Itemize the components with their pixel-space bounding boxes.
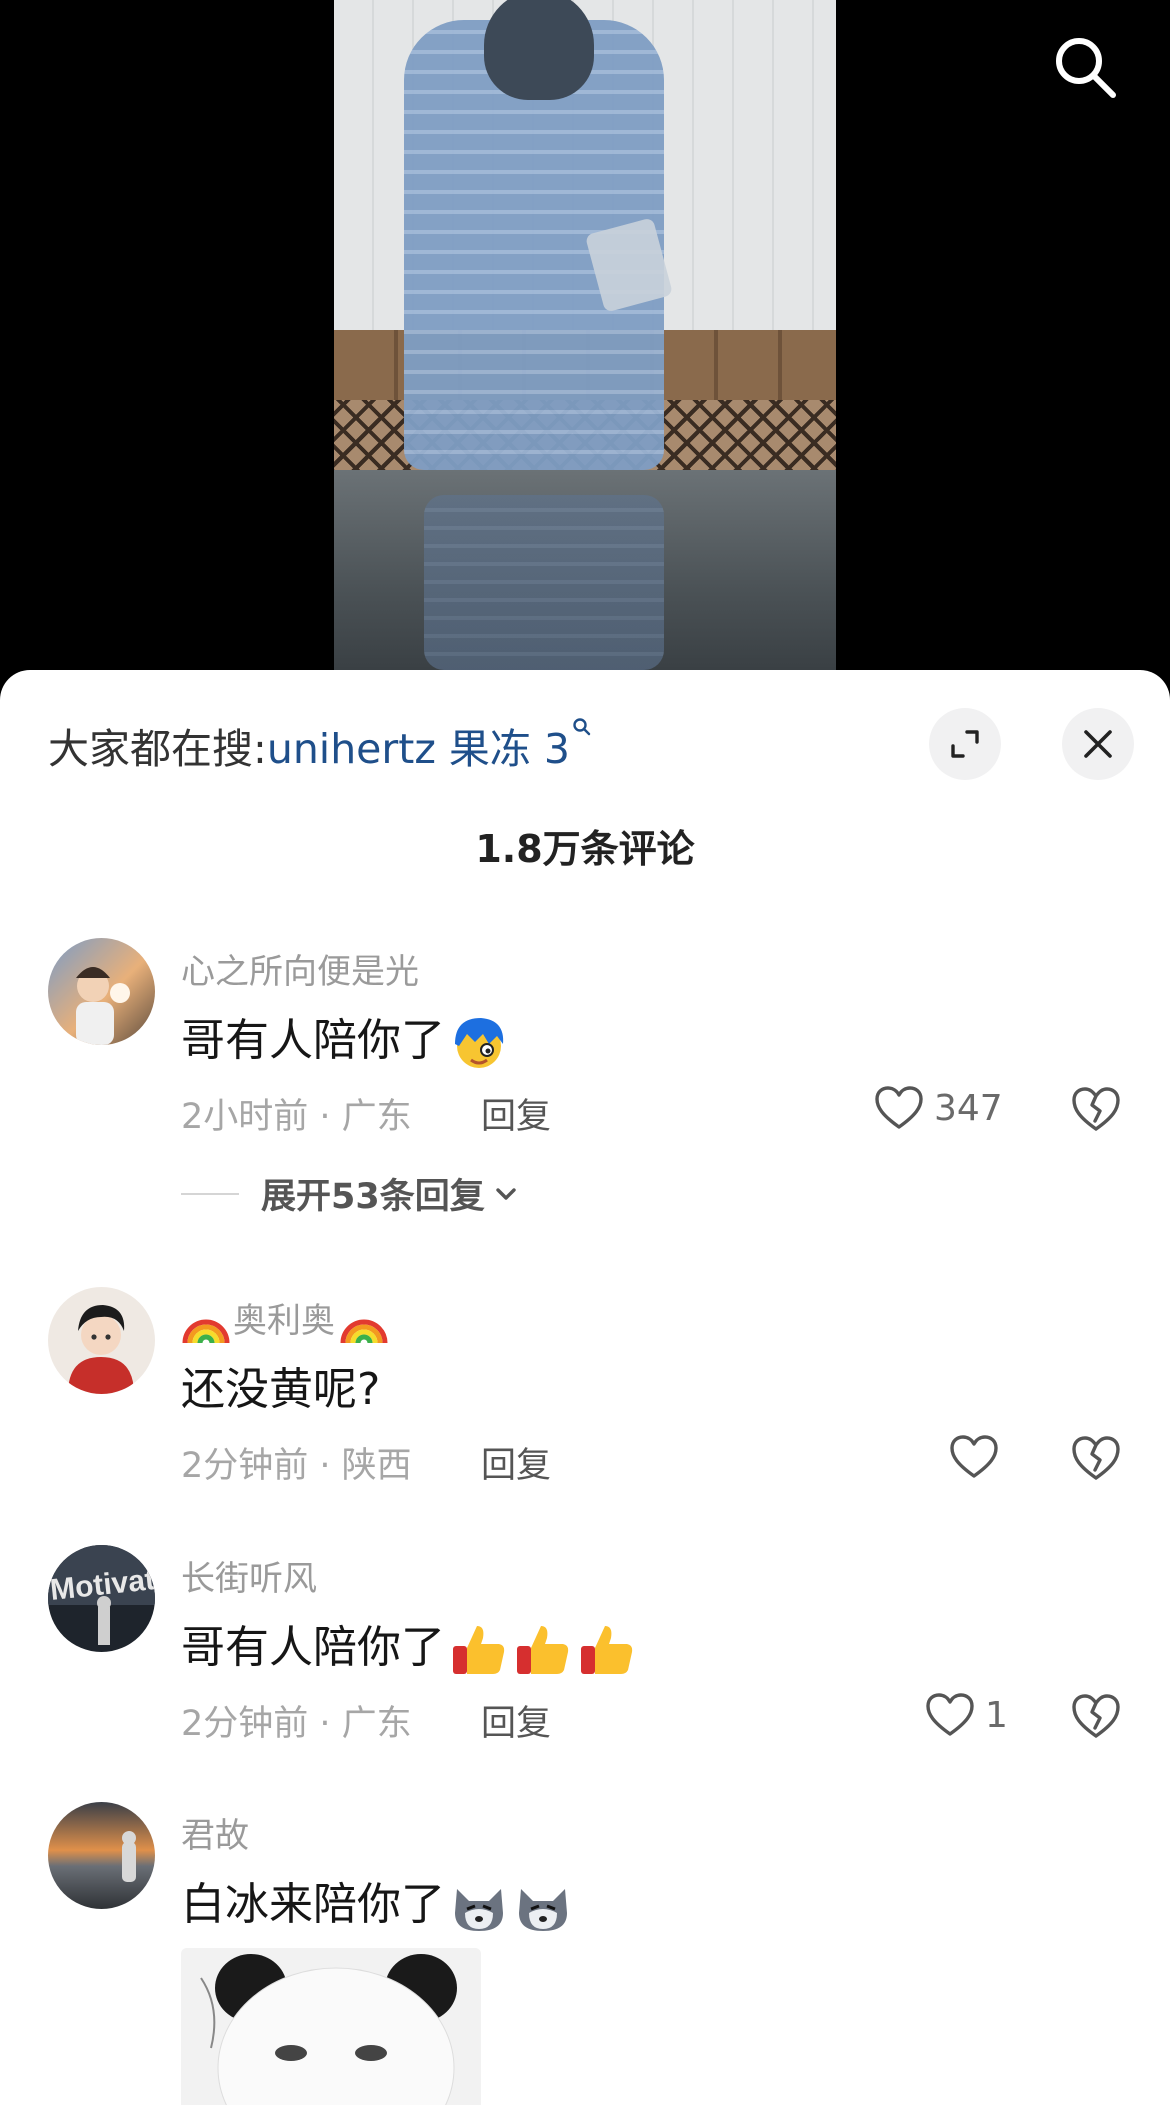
avatar[interactable] <box>48 938 155 1045</box>
chevron-down-icon <box>496 1187 516 1200</box>
husky-emoji <box>455 1889 503 1931</box>
close-icon <box>1084 730 1112 758</box>
expand-icon <box>951 730 979 758</box>
like-button[interactable] <box>949 1430 999 1484</box>
comment-text-content: 哥有人陪你了 <box>181 1622 445 1673</box>
comment-text-content: 白冰来陪你了 <box>181 1879 445 1930</box>
reply-button[interactable]: 回复 <box>481 1088 551 1139</box>
husky-emoji <box>519 1889 567 1931</box>
video-person-head <box>484 0 594 100</box>
comment-text: 哥有人陪你了 <box>181 1004 509 1072</box>
comment-meta: 2小时前 · 广东 <box>181 1097 412 1137</box>
search-icon[interactable] <box>1051 33 1119 101</box>
avatar[interactable] <box>48 1802 155 1909</box>
reply-button[interactable]: 回复 <box>481 1437 551 1488</box>
comment-meta: 2分钟前 · 广东 <box>181 1704 412 1744</box>
thumbs-up-emoji <box>453 1626 505 1674</box>
comment-meta: 2分钟前 · 陕西 <box>181 1446 412 1486</box>
comment-username[interactable]: 心之所向便是光 <box>181 944 419 993</box>
expand-divider <box>181 1192 239 1195</box>
video-player[interactable] <box>0 0 1170 700</box>
like-button[interactable]: 1 <box>925 1688 1008 1742</box>
comment-count: 1.8万条评论 <box>475 827 695 871</box>
comment-text: 还没黄呢? <box>181 1364 381 1415</box>
avatar[interactable]: Motivated <box>48 1545 155 1652</box>
comment-username-row[interactable]: 奥利奥 <box>181 1293 389 1345</box>
hot-search-label: 大家都在搜: <box>48 725 267 773</box>
comment-username[interactable]: 君故 <box>181 1808 249 1857</box>
like-count: 347 <box>934 1087 1003 1129</box>
heart-icon <box>950 1435 998 1478</box>
broken-heart-icon[interactable] <box>1070 1081 1122 1135</box>
comment-sheet: 大家都在搜:unihertz 果冻 3 1.8万条评论 心之所向便是光 哥有人陪… <box>0 670 1170 2105</box>
thumbs-up-emoji <box>517 1626 569 1674</box>
hot-search-query[interactable]: unihertz 果冻 3 <box>267 725 570 773</box>
blue-hair-face-emoji <box>455 1018 504 1068</box>
like-button[interactable]: 347 <box>874 1081 1003 1135</box>
expand-button[interactable] <box>929 708 1001 780</box>
comment-text: 白冰来陪你了 <box>181 1868 573 1935</box>
reply-button[interactable]: 回复 <box>481 1695 551 1746</box>
thumbs-up-emoji <box>581 1626 633 1674</box>
video-frame[interactable] <box>334 0 836 670</box>
expand-replies[interactable]: 展开53条回复 <box>181 1168 521 1219</box>
close-button[interactable] <box>1062 708 1134 780</box>
broken-heart-icon[interactable] <box>1070 1430 1122 1484</box>
search-small-icon <box>573 718 591 736</box>
comment-text-content: 哥有人陪你了 <box>181 1015 445 1066</box>
rainbow-emoji <box>340 1319 388 1343</box>
like-count: 1 <box>985 1694 1008 1736</box>
heart-icon <box>875 1086 923 1129</box>
hot-search-bar[interactable]: 大家都在搜:unihertz 果冻 3 <box>48 715 592 775</box>
video-reflection <box>424 495 664 670</box>
comment-sticker-image[interactable] <box>181 1948 481 2105</box>
expand-replies-label: 展开53条回复 <box>261 1177 485 1217</box>
comment-text: 哥有人陪你了 <box>181 1611 637 1678</box>
rainbow-emoji <box>182 1319 230 1343</box>
comment-username[interactable]: 奥利奥 <box>233 1301 335 1341</box>
heart-icon <box>926 1693 974 1736</box>
avatar[interactable] <box>48 1287 155 1394</box>
broken-heart-icon[interactable] <box>1070 1688 1122 1742</box>
comment-username[interactable]: 长街听风 <box>181 1551 317 1600</box>
